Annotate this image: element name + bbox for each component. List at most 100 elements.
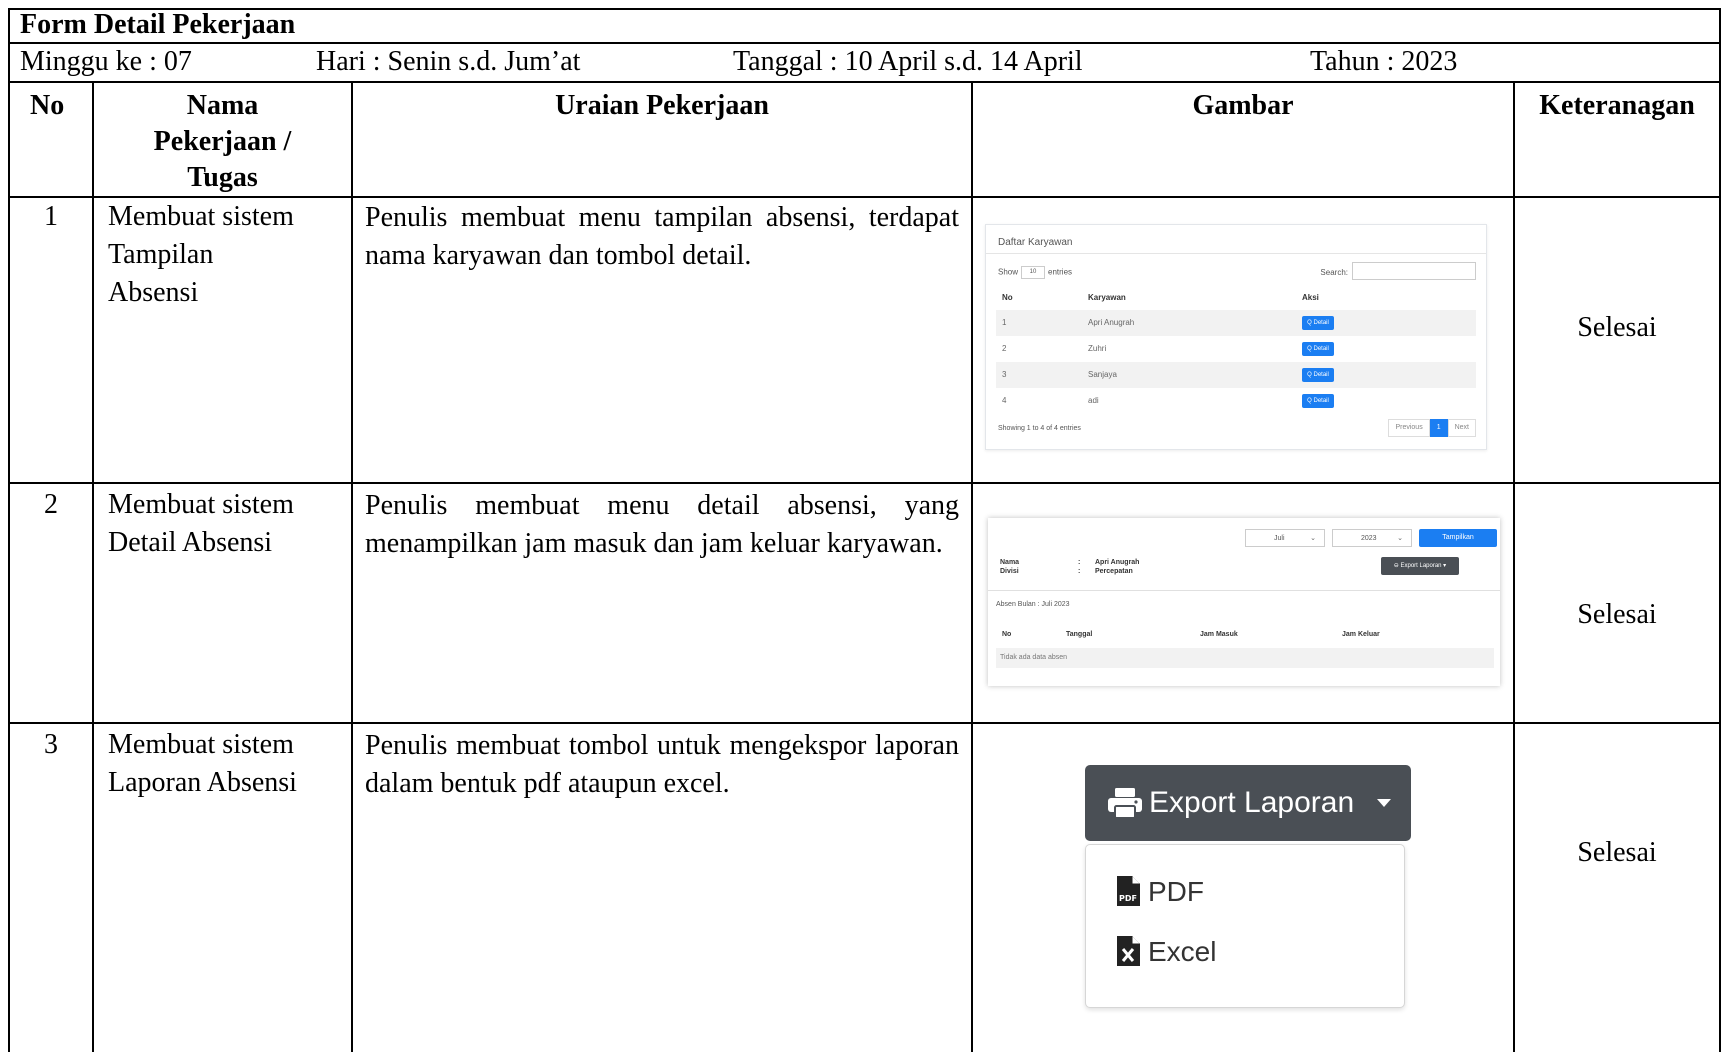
show-label: Show — [998, 267, 1019, 277]
tampilkan-button[interactable]: Tampilkan — [1419, 529, 1497, 547]
header-uraian: Uraian Pekerjaan — [555, 90, 769, 121]
row-name: adi — [1088, 396, 1099, 405]
row1-no: 1 — [44, 201, 58, 232]
next-button[interactable]: Next — [1447, 419, 1476, 437]
table-row: 1 Apri Anugrah Q Detail — [996, 310, 1476, 336]
chevron-down-icon: ⌄ — [1397, 535, 1403, 542]
rule-col-nama — [351, 81, 353, 1052]
nama-value: Apri Anugrah — [1095, 559, 1140, 566]
year-select[interactable]: 2023 ⌄ — [1332, 529, 1412, 547]
row2-uraian: Penulis membuat menu detail absensi, yan… — [365, 490, 959, 559]
excel-label: Excel — [1148, 936, 1217, 967]
pagination: Previous 1 Next — [1388, 419, 1476, 437]
divisi-value: Percepatan — [1095, 568, 1133, 575]
divisi-colon: : — [1078, 568, 1081, 575]
menu-item-pdf[interactable]: PDF PDF — [1086, 865, 1404, 915]
row-no: 3 — [1002, 370, 1007, 379]
rule-row2-bottom — [8, 722, 1721, 724]
printer-icon — [1108, 788, 1142, 819]
search-input[interactable] — [1352, 262, 1476, 280]
rule-meta-bottom — [8, 81, 1721, 83]
month-value: Juli — [1274, 535, 1285, 542]
detail-button[interactable]: Q Detail — [1302, 342, 1334, 356]
year-value: 2023 — [1361, 535, 1377, 542]
daftar-divider — [986, 253, 1486, 254]
row2-keterangan: Selesai — [1577, 599, 1657, 630]
col-jam-masuk: Jam Masuk — [1200, 631, 1238, 638]
header-keterangan: Keteranagan — [1539, 90, 1695, 121]
row1-nama-3: Absensi — [108, 277, 199, 308]
pdf-label: PDF — [1148, 876, 1204, 907]
row3-nama-1: Membuat sistem — [108, 729, 294, 760]
detail-button[interactable]: Q Detail — [1302, 368, 1334, 382]
nama-label: Nama — [1000, 559, 1020, 566]
empty-message: Tidak ada data absen — [1000, 654, 1068, 661]
rule-header-bottom — [8, 196, 1721, 198]
table-row: 3 Sanjaya Q Detail — [996, 362, 1476, 388]
row2-nama-2: Detail Absensi — [108, 527, 273, 558]
col-aksi: Aksi — [1302, 293, 1319, 302]
absen-bulan-label: Absen Bulan : Juli 2023 — [996, 601, 1070, 608]
row-name: Sanjaya — [1088, 370, 1117, 379]
row3-no: 3 — [44, 729, 58, 760]
table-row-empty: Tidak ada data absen — [996, 648, 1494, 668]
screenshot-export-dropdown: Export Laporan PDF PDF Excel — [1080, 760, 1412, 1016]
rule-col-gambar — [1513, 81, 1515, 1052]
export-label: Export Laporan — [1149, 786, 1355, 819]
meta-tanggal: Tanggal : 10 April s.d. 14 April — [733, 46, 1083, 77]
table-row: 4 adi Q Detail — [996, 388, 1476, 414]
form-title: Form Detail Pekerjaan — [20, 9, 296, 40]
rule-left — [8, 8, 10, 1052]
daftar-title: Daftar Karyawan — [998, 237, 1073, 248]
month-select[interactable]: Juli ⌄ — [1245, 529, 1325, 547]
detail-button[interactable]: Q Detail — [1302, 394, 1334, 408]
row2-nama-1: Membuat sistem — [108, 489, 294, 520]
chevron-down-icon: ⌄ — [1310, 535, 1316, 542]
excel-file-icon — [1117, 936, 1140, 966]
rule-row1-bottom — [8, 482, 1721, 484]
export-menu: PDF PDF Excel — [1085, 844, 1405, 1008]
table-row: 2 Zuhri Q Detail — [996, 336, 1476, 362]
nama-colon: : — [1078, 559, 1081, 566]
row3-keterangan: Selesai — [1577, 837, 1657, 868]
detail-divider — [988, 590, 1500, 591]
row3-nama-2: Laporan Absensi — [108, 767, 297, 798]
export-laporan-button[interactable]: Export Laporan — [1085, 765, 1411, 841]
export-laporan-button[interactable]: ⊖ Export Laporan ▾ — [1381, 557, 1459, 575]
menu-item-excel[interactable]: Excel — [1086, 925, 1404, 975]
search-label: Search: — [1320, 268, 1348, 277]
entries-label: entries — [1048, 267, 1073, 277]
screenshot-detail-absensi: Juli ⌄ 2023 ⌄ Tampilkan Nama Divisi : : Ap… — [988, 518, 1500, 686]
prev-button[interactable]: Previous — [1388, 419, 1430, 437]
header-no: No — [30, 90, 65, 121]
page-1-button[interactable]: 1 — [1429, 419, 1448, 437]
row1-keterangan: Selesai — [1577, 312, 1657, 343]
col-karyawan: Karyawan — [1088, 293, 1126, 302]
detail-button[interactable]: Q Detail — [1302, 316, 1334, 330]
row-no: 4 — [1002, 396, 1007, 405]
showing-info: Showing 1 to 4 of 4 entries — [998, 425, 1081, 432]
col-tanggal: Tanggal — [1066, 631, 1093, 638]
row-no: 2 — [1002, 344, 1007, 353]
header-nama-3: Tugas — [187, 162, 258, 193]
svg-text:PDF: PDF — [1119, 894, 1137, 903]
screenshot-daftar-karyawan: Daftar Karyawan Show 10 entries Search: No… — [985, 224, 1487, 450]
rule-col-no — [92, 81, 94, 1052]
row1-nama-1: Membuat sistem — [108, 201, 294, 232]
header-gambar: Gambar — [1192, 90, 1294, 121]
divisi-label: Divisi — [1000, 568, 1019, 575]
row-name: Apri Anugrah — [1088, 318, 1135, 327]
row3-uraian: Penulis membuat tombol untuk mengekspor … — [365, 730, 959, 799]
row2-no: 2 — [44, 489, 58, 520]
meta-tahun: Tahun : 2023 — [1310, 46, 1458, 77]
show-entries: Show 10 entries — [998, 266, 1072, 279]
meta-hari: Hari : Senin s.d. Jum’at — [316, 46, 581, 77]
entries-select[interactable]: 10 — [1021, 266, 1046, 279]
header-nama-2: Pekerjaan / — [153, 126, 292, 157]
col-jam-keluar: Jam Keluar — [1342, 631, 1380, 638]
row-no: 1 — [1002, 318, 1007, 327]
pdf-file-icon: PDF — [1117, 876, 1140, 906]
col-no: No — [1002, 631, 1012, 638]
header-nama-1: Nama — [186, 90, 259, 121]
meta-minggu: Minggu ke : 07 — [20, 46, 192, 77]
